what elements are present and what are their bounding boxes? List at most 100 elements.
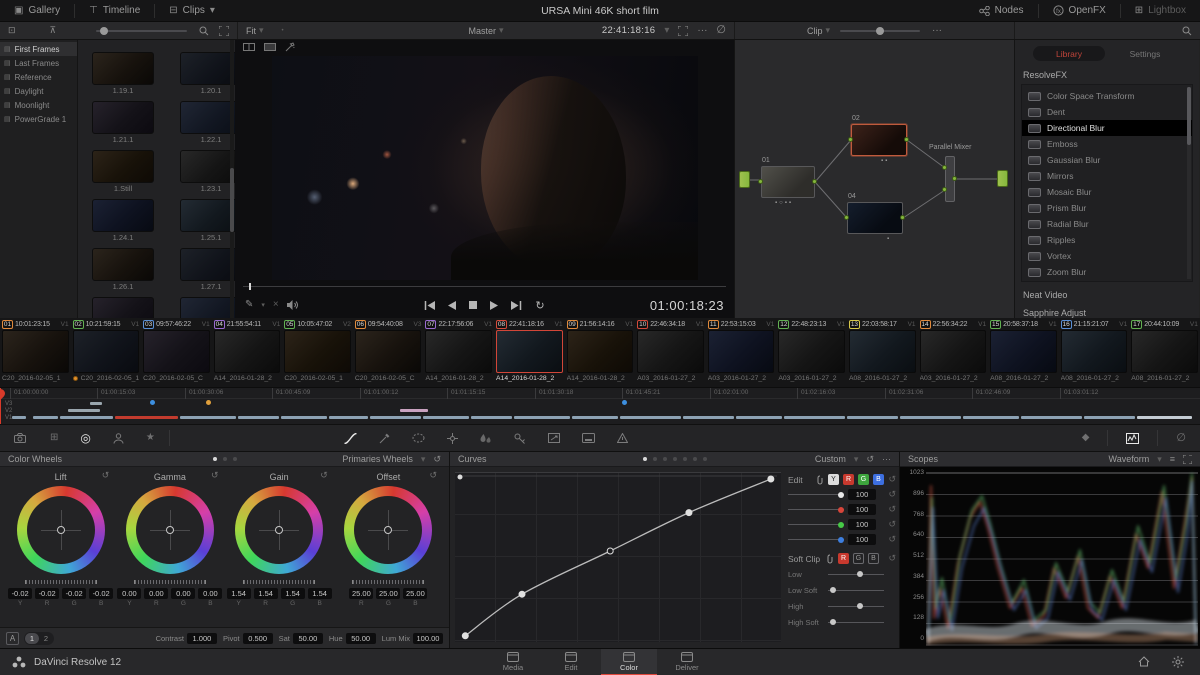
timeline-clip-segment[interactable]	[33, 416, 58, 419]
timeline-clip-segment[interactable]	[12, 416, 26, 419]
bypass-icon[interactable]: ∅	[1176, 432, 1186, 444]
fx-plugin-item[interactable]: Zoom Blur	[1022, 264, 1192, 280]
power-window-icon[interactable]	[412, 433, 425, 443]
value-box[interactable]: 0.00	[171, 588, 196, 599]
search-icon[interactable]	[199, 26, 209, 36]
clip-thumbnail[interactable]	[425, 330, 493, 373]
channel-slider[interactable]	[788, 521, 844, 528]
lift-wheel[interactable]: Lift ↺ -0.02 -0.02 -0.02 -0.02 YRGB	[6, 471, 115, 607]
timeline-clip-segment[interactable]	[423, 416, 469, 419]
timeline-clip-segment[interactable]	[281, 416, 327, 419]
gang-link-icon[interactable]	[826, 554, 834, 564]
album-item[interactable]: ▤ Daylight	[0, 84, 77, 98]
gallery-still[interactable]: 1.21.1	[92, 101, 154, 145]
stop-button[interactable]	[469, 301, 478, 309]
value-box[interactable]: 1.54	[226, 588, 251, 599]
clip-thumbnail[interactable]	[637, 330, 704, 373]
reset-icon[interactable]: ↺	[888, 505, 896, 514]
data-burn-icon[interactable]	[581, 433, 595, 443]
clip-thumbnail[interactable]	[284, 330, 351, 373]
clip-item[interactable]: 15 20:58:37:18 V1 A08_2016-01-27_2	[988, 318, 1059, 387]
timeline-clip-segment[interactable]	[900, 416, 961, 419]
adjust-value[interactable]: 50.00	[345, 632, 376, 644]
softclip-button-r[interactable]: R	[838, 553, 849, 564]
album-item[interactable]: ▤ PowerGrade 1	[0, 112, 77, 126]
timeline-clip-segment[interactable]	[370, 416, 421, 419]
wheels-mode-select[interactable]: Primaries Wheels	[342, 454, 413, 464]
gallery-toggle-button[interactable]: ▣ Gallery	[0, 0, 74, 21]
adjust-value[interactable]: 0.500	[242, 632, 273, 644]
reset-icon[interactable]: ↺	[211, 471, 219, 480]
clip-item[interactable]: 01 10:01:23:15 V1 C20_2016-02-05_1	[0, 318, 71, 387]
expand-viewer-icon[interactable]	[678, 25, 689, 36]
page-dot[interactable]	[232, 457, 237, 461]
sizing-palette-icon[interactable]	[547, 433, 560, 443]
openfx-toggle-button[interactable]: fx OpenFX	[1039, 0, 1120, 21]
page-tab[interactable]: Deliver	[659, 649, 715, 675]
value-box[interactable]: 1.54	[307, 588, 332, 599]
mixer-input-port[interactable]	[942, 187, 947, 192]
timeline-clip-segment[interactable]	[115, 416, 178, 419]
grab-still-icon[interactable]: ⊼	[50, 26, 57, 35]
curves-mode-select[interactable]: Custom	[815, 454, 846, 464]
value-box[interactable]: 0.00	[117, 588, 142, 599]
chevron-down-icon[interactable]: ▾	[261, 302, 265, 309]
fx-panel-tab[interactable]: Settings	[1109, 46, 1181, 61]
timeline-clip-segment[interactable]	[471, 416, 512, 419]
offset-wheel[interactable]: Offset ↺ 25.00 25.00 25.00 RGB	[334, 471, 443, 607]
node-input-port[interactable]	[848, 137, 853, 142]
node-output[interactable]	[997, 170, 1008, 187]
still-thumbnail[interactable]	[180, 52, 235, 85]
timeline-clip-segment[interactable]	[329, 416, 368, 419]
auto-balance-button[interactable]: A	[6, 631, 19, 645]
page-dot[interactable]	[222, 457, 227, 461]
clip-item[interactable]: 12 22:48:23:13 V1 A03_2016-01-27_2	[776, 318, 847, 387]
clip-item[interactable]: 13 22:03:58:17 V1 A08_2016-01-27_2	[847, 318, 918, 387]
gain-master-slider[interactable]	[243, 580, 316, 584]
thumbnail-size-slider[interactable]	[96, 26, 187, 35]
timeline-clip-segment[interactable]	[60, 416, 113, 419]
clip-item[interactable]: 05 10:05:47:02 V2 C20_2016-02-05_1	[282, 318, 353, 387]
fx-plugin-item[interactable]: Emboss	[1022, 136, 1192, 152]
clip-thumbnail[interactable]	[566, 330, 634, 373]
nodes-toggle-button[interactable]: Nodes	[965, 0, 1038, 21]
clip-thumbnail[interactable]	[990, 330, 1057, 373]
wheel-puck[interactable]	[275, 526, 284, 534]
still-thumbnail[interactable]	[92, 199, 154, 232]
loop-button[interactable]: ↻	[535, 299, 544, 312]
still-thumbnail[interactable]	[92, 297, 154, 318]
enhanced-viewer-icon[interactable]	[285, 42, 295, 52]
home-icon[interactable]	[1138, 656, 1150, 668]
fx-panel-tab[interactable]: Library	[1033, 46, 1105, 61]
gamma-wheel[interactable]: Gamma ↺ 0.00 0.00 0.00 0.00 YRGB	[115, 471, 224, 607]
clip-item[interactable]: 06 09:54:40:08 V3 C20_2016-02-05_C	[353, 318, 424, 387]
adjust-value[interactable]: 50.00	[292, 632, 323, 644]
softclip-slider[interactable]	[828, 603, 884, 609]
clip-thumbnail[interactable]	[919, 330, 987, 373]
node-zoom-slider[interactable]	[840, 26, 921, 35]
page-tab[interactable]: Edit	[543, 649, 599, 675]
node-input-port[interactable]	[844, 215, 849, 220]
clip-thumbnail[interactable]	[496, 330, 563, 373]
fx-plugin-item[interactable]: Radial Blur	[1022, 216, 1192, 232]
timeline-clip-segment[interactable]	[683, 416, 734, 419]
node-options-menu-icon[interactable]: ···	[932, 25, 942, 36]
clip-item[interactable]: 03 09:57:46:22 V1 C20_2016-02-05_C	[141, 318, 212, 387]
reset-icon[interactable]: ↺	[429, 471, 437, 480]
expand-icon[interactable]	[219, 25, 229, 36]
node-mode-select[interactable]: Clip ▾	[807, 26, 830, 36]
clips-toggle-button[interactable]: ⊟ Clips ▾	[155, 0, 229, 21]
page-tab[interactable]: Media	[485, 649, 541, 675]
timeline-toggle-button[interactable]: ⊤ Timeline	[75, 0, 154, 21]
panel-toggle-icon[interactable]: ⊡	[8, 26, 16, 35]
tracker-icon[interactable]	[446, 432, 458, 444]
fx-plugin-item[interactable]: Gaussian Blur	[1022, 152, 1192, 168]
wheel-puck[interactable]	[384, 526, 393, 534]
album-item[interactable]: ▤ Reference	[0, 70, 77, 84]
page-dot[interactable]	[642, 457, 647, 461]
curve-control-point[interactable]	[606, 547, 614, 555]
fx-plugin-item[interactable]: Mosaic Blur	[1022, 184, 1192, 200]
album-item[interactable]: ▤ Last Frames	[0, 56, 77, 70]
value-box[interactable]: 1.54	[280, 588, 305, 599]
channel-slider[interactable]	[788, 506, 844, 513]
